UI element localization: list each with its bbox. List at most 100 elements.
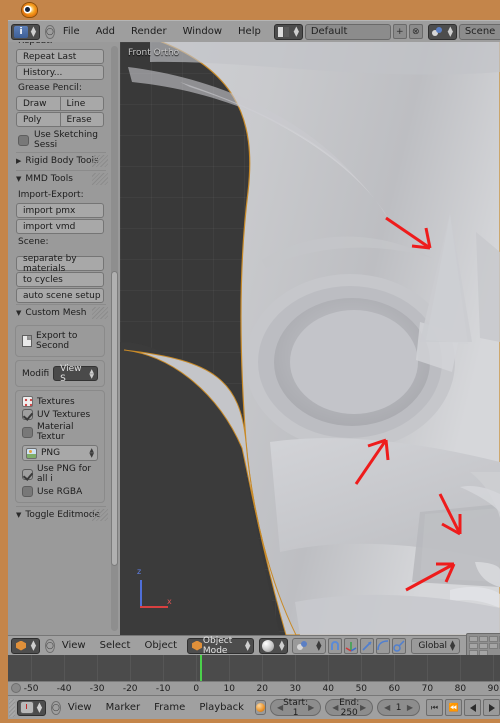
import-vmd-button[interactable]: import vmd [16,219,104,234]
panel-resize-grip-icon[interactable] [92,173,108,185]
menu-render[interactable]: Render [123,21,175,43]
play-button[interactable] [483,699,500,716]
layer-button[interactable] [468,635,478,642]
jump-to-start-button[interactable]: ⏮ [426,699,443,716]
export-to-second-checkbox[interactable]: Export to Second [19,330,101,352]
image-format-dropdown[interactable]: PNG ▲ ▼ [22,445,98,461]
shading-solid-icon [262,639,275,652]
gp-erase-button[interactable]: Erase [60,112,104,127]
start-frame-field[interactable]: ◀ Start: 1 ▶ [269,698,322,718]
tool-shelf-scrollbar[interactable] [111,46,118,631]
collapse-menu-icon[interactable]: ○ [45,24,55,39]
step-back-button[interactable]: ⏪ [445,699,462,716]
section-rigid-body-tools[interactable]: ▶ Rigid Body Tools [8,152,112,170]
rotate-manipulator-toggle[interactable] [360,637,375,654]
interaction-mode-dropdown[interactable]: Object Mode ▲ ▼ [187,636,255,656]
auto-keyframe-toggle[interactable] [254,700,266,715]
timeline-menu-marker[interactable]: Marker [99,698,148,718]
screen-layout-selector[interactable]: ▲ ▼ Default + ⊗ [272,23,423,40]
gp-line-button[interactable]: Line [60,96,104,111]
chevron-right-icon[interactable]: ▶ [407,703,413,712]
end-frame-field[interactable]: ◀ End: 250 ▶ [325,698,374,718]
scene-icon-box[interactable]: ▲ ▼ [427,23,457,40]
timeline-playhead[interactable] [199,655,202,681]
section-mmd-tools[interactable]: ▼ MMD Tools [8,170,112,188]
gp-poly-button[interactable]: Poly [16,112,61,127]
material-texture-checkbox[interactable]: Material Textur [19,421,101,443]
gp-draw-button[interactable]: Draw [16,96,61,111]
scrollbar-thumb[interactable] [111,271,118,566]
chevron-right-icon[interactable]: ▶ [308,703,314,712]
section-toggle-editmode[interactable]: ▼ Toggle Editmode [8,506,112,524]
modifier-enum-dropdown[interactable]: View S ▲ ▼ [53,364,98,384]
use-png-for-all-checkbox[interactable]: Use PNG for all i [19,463,101,485]
timeline-tick [427,655,429,681]
screen-layout-spinner-icon[interactable]: ▲ ▼ [293,25,300,37]
pivot-point-dropdown[interactable]: ▲ ▼ [292,637,327,654]
scene-spinner-icon[interactable]: ▲ ▼ [447,25,454,37]
uv-textures-checkbox[interactable]: UV Textures [19,408,101,421]
to-cycles-button[interactable]: to cycles [16,272,104,287]
editor-type-spinner-icon[interactable]: ▲ ▼ [30,25,37,37]
section-custom-mesh[interactable]: ▼ Custom Mesh [8,304,112,322]
screen-layout-name[interactable]: Default [304,23,391,40]
use-rgba-checkbox[interactable]: Use RGBA [19,485,101,498]
panel-resize-grip-icon[interactable] [92,509,108,521]
collapse-menu-icon[interactable]: ○ [45,638,55,653]
timeline-ruler[interactable]: -50 -40 -30 -20 -10 0 10 20 30 40 50 60 70 80 90 [8,681,500,695]
repeat-last-button[interactable]: Repeat Last [16,49,104,64]
scale-manipulator-toggle[interactable] [376,637,391,654]
import-pmx-button[interactable]: import pmx [16,203,104,218]
viewport-menu-view[interactable]: View [55,636,93,656]
3d-viewport[interactable]: Front Ortho (1) face.001 : Basis z x [120,42,500,635]
history-button[interactable]: History... [16,65,104,80]
viewport-menu-select[interactable]: Select [93,636,138,656]
translate-manipulator-toggle[interactable] [344,637,359,654]
header-grip-icon[interactable] [9,698,15,717]
current-frame-field[interactable]: ◀ 1 ▶ [377,699,420,716]
layer-button[interactable] [488,635,498,642]
manipulator-extra-toggle[interactable] [392,637,407,654]
snap-magnet-toggle[interactable] [328,637,343,654]
menu-window[interactable]: Window [175,21,230,43]
editor-type-selector[interactable]: i ▲ ▼ [11,23,40,40]
layer-button[interactable] [478,642,488,649]
editor-type-spinner-icon[interactable]: ▲ ▼ [30,639,37,651]
timeline-menu-frame[interactable]: Frame [147,698,192,718]
separate-by-materials-button[interactable]: separate by materials [16,254,104,274]
timeline-scrollbar-handle[interactable] [11,683,21,693]
viewport-menu-object[interactable]: Object [137,636,184,656]
delete-screen-layout-button[interactable]: ⊗ [408,24,423,39]
play-reverse-button[interactable] [464,699,481,716]
menu-add[interactable]: Add [88,21,123,43]
scene-name[interactable]: Scene [458,23,500,40]
timeline-tick [361,655,363,681]
scene-icon [431,26,445,38]
transform-orientation-value: Global [418,640,448,651]
menu-help[interactable]: Help [230,21,269,43]
chevron-right-icon[interactable]: ▶ [360,703,366,712]
menu-file[interactable]: File [55,21,88,43]
timeline-menu-playback[interactable]: Playback [192,698,251,718]
layer-button[interactable] [488,642,498,649]
layer-button[interactable] [468,642,478,649]
transform-orientation-dropdown[interactable]: Global ▲ ▼ [411,637,461,654]
viewport-shading-dropdown[interactable]: ▲ ▼ [259,637,289,654]
timeline-editor[interactable]: -50 -40 -30 -20 -10 0 10 20 30 40 50 60 70 80 90 [8,655,500,695]
textures-checkbox[interactable]: Textures [19,395,101,408]
add-screen-layout-button[interactable]: + [392,24,407,39]
panel-resize-grip-icon[interactable] [92,307,108,319]
screen-layout-icon-box[interactable]: ▲ ▼ [273,23,303,40]
auto-scene-setup-button[interactable]: auto scene setup [16,288,104,303]
panel-resize-grip-icon[interactable] [92,155,108,167]
use-sketching-sessions-checkbox[interactable]: Use Sketching Sessi [8,128,112,152]
collapse-menu-icon[interactable]: ○ [50,700,61,715]
layer-button[interactable] [478,635,488,642]
screen-layout-icon [277,26,291,38]
timeline-menu-view[interactable]: View [61,698,99,718]
modifier-row: Modifi View S ▲ ▼ [19,364,101,384]
editor-type-spinner-icon[interactable]: ▲ ▼ [36,701,43,713]
viewport-editor-type-selector[interactable]: ▲ ▼ [11,637,40,654]
timeline-editor-type-selector[interactable]: ▲ ▼ [16,699,46,716]
scene-selector[interactable]: ▲▼ Scene + ⊗ [426,23,500,40]
